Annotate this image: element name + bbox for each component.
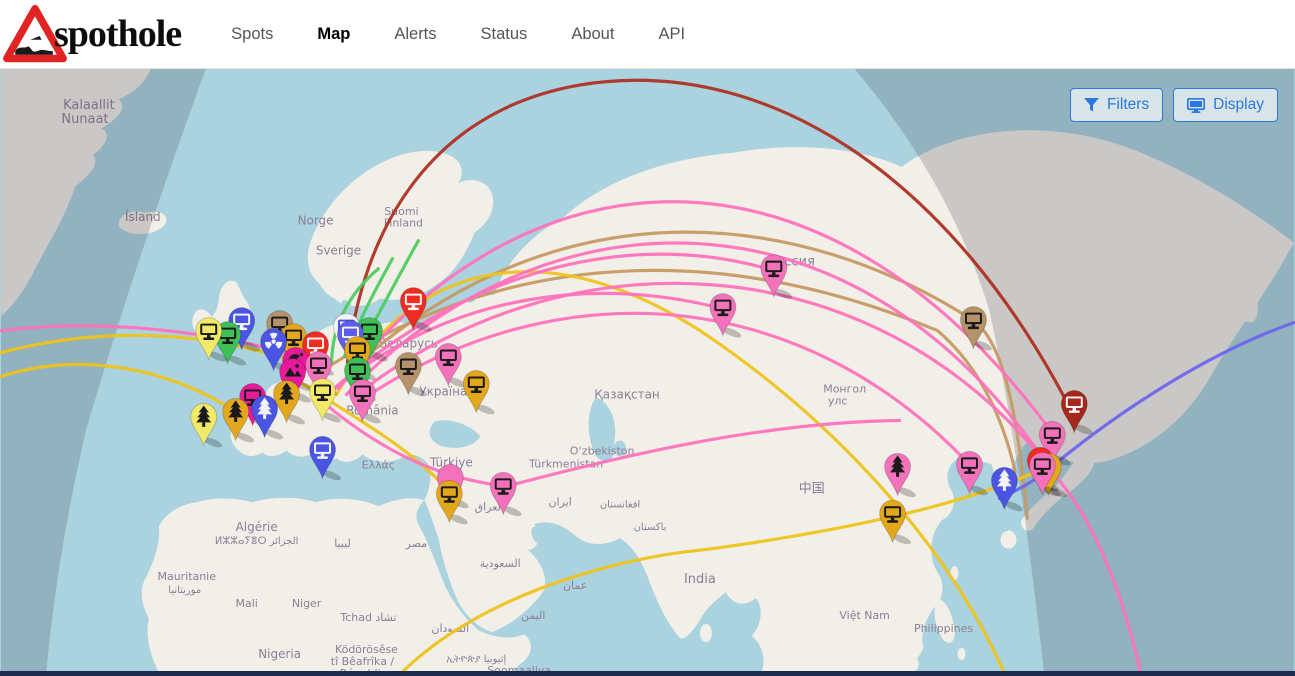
- map-label: Niger: [292, 597, 322, 610]
- map-label: اليمن: [521, 609, 545, 622]
- filters-button[interactable]: Filters: [1070, 88, 1163, 122]
- header: spothole Spots Map Alerts Status About A…: [0, 0, 1295, 69]
- nav-item-about[interactable]: About: [571, 25, 614, 44]
- map-label: Sverige: [316, 244, 361, 258]
- map-label: Mauritanie: [158, 570, 217, 583]
- map-label: باكستان: [634, 522, 667, 533]
- filter-icon: [1084, 98, 1099, 112]
- footer-bar: [0, 671, 1295, 676]
- map-label: مصر: [405, 537, 427, 550]
- map-label: Mali: [236, 597, 258, 610]
- map-label: India: [684, 572, 716, 587]
- display-button-label: Display: [1213, 96, 1264, 114]
- map-label: ايران: [549, 495, 572, 508]
- map-canvas[interactable]: KalaallitNunaatÍslandNorgeSverigeSuomiFi…: [0, 69, 1295, 676]
- map-label: موريتانيا: [168, 585, 201, 596]
- display-button[interactable]: Display: [1173, 88, 1278, 122]
- filters-button-label: Filters: [1107, 96, 1149, 114]
- map-label: ليبيا: [334, 537, 351, 550]
- map-label: Norge: [298, 214, 334, 228]
- map-label: افغانستان: [600, 499, 640, 510]
- nav-item-alerts[interactable]: Alerts: [394, 25, 436, 44]
- logo[interactable]: spothole: [2, 2, 181, 66]
- map-label: Tchad تشاد: [339, 611, 396, 624]
- world-map[interactable]: KalaallitNunaatÍslandNorgeSverigeSuomiFi…: [0, 69, 1295, 676]
- app: spothole Spots Map Alerts Status About A…: [0, 0, 1295, 676]
- map-label: السعودية: [480, 557, 521, 570]
- map-label: Ελλάς: [362, 458, 396, 471]
- map-label: Philippines: [914, 622, 973, 635]
- map-label: улс: [828, 394, 848, 407]
- nav-item-api[interactable]: API: [658, 25, 685, 44]
- map-label: 中国: [799, 481, 825, 496]
- map-label: ⵍⵣⵣⴰⵢⴻⵔ الجزائر: [215, 536, 299, 547]
- map-controls: Filters Display: [1070, 88, 1278, 122]
- map-label: Қазақстан: [594, 387, 659, 401]
- map-label: Nigeria: [258, 647, 301, 661]
- map-label: Algérie: [236, 520, 278, 534]
- main-nav: Spots Map Alerts Status About API: [231, 25, 685, 44]
- map-label: عمان: [563, 579, 587, 592]
- map-label: Việt Nam: [839, 609, 889, 622]
- nav-item-spots[interactable]: Spots: [231, 25, 273, 44]
- map-label: O‘zbekiston: [570, 444, 635, 457]
- display-icon: [1187, 98, 1205, 113]
- nav-item-status[interactable]: Status: [481, 25, 528, 44]
- logo-text: spothole: [54, 12, 181, 56]
- nav-item-map[interactable]: Map: [317, 25, 350, 44]
